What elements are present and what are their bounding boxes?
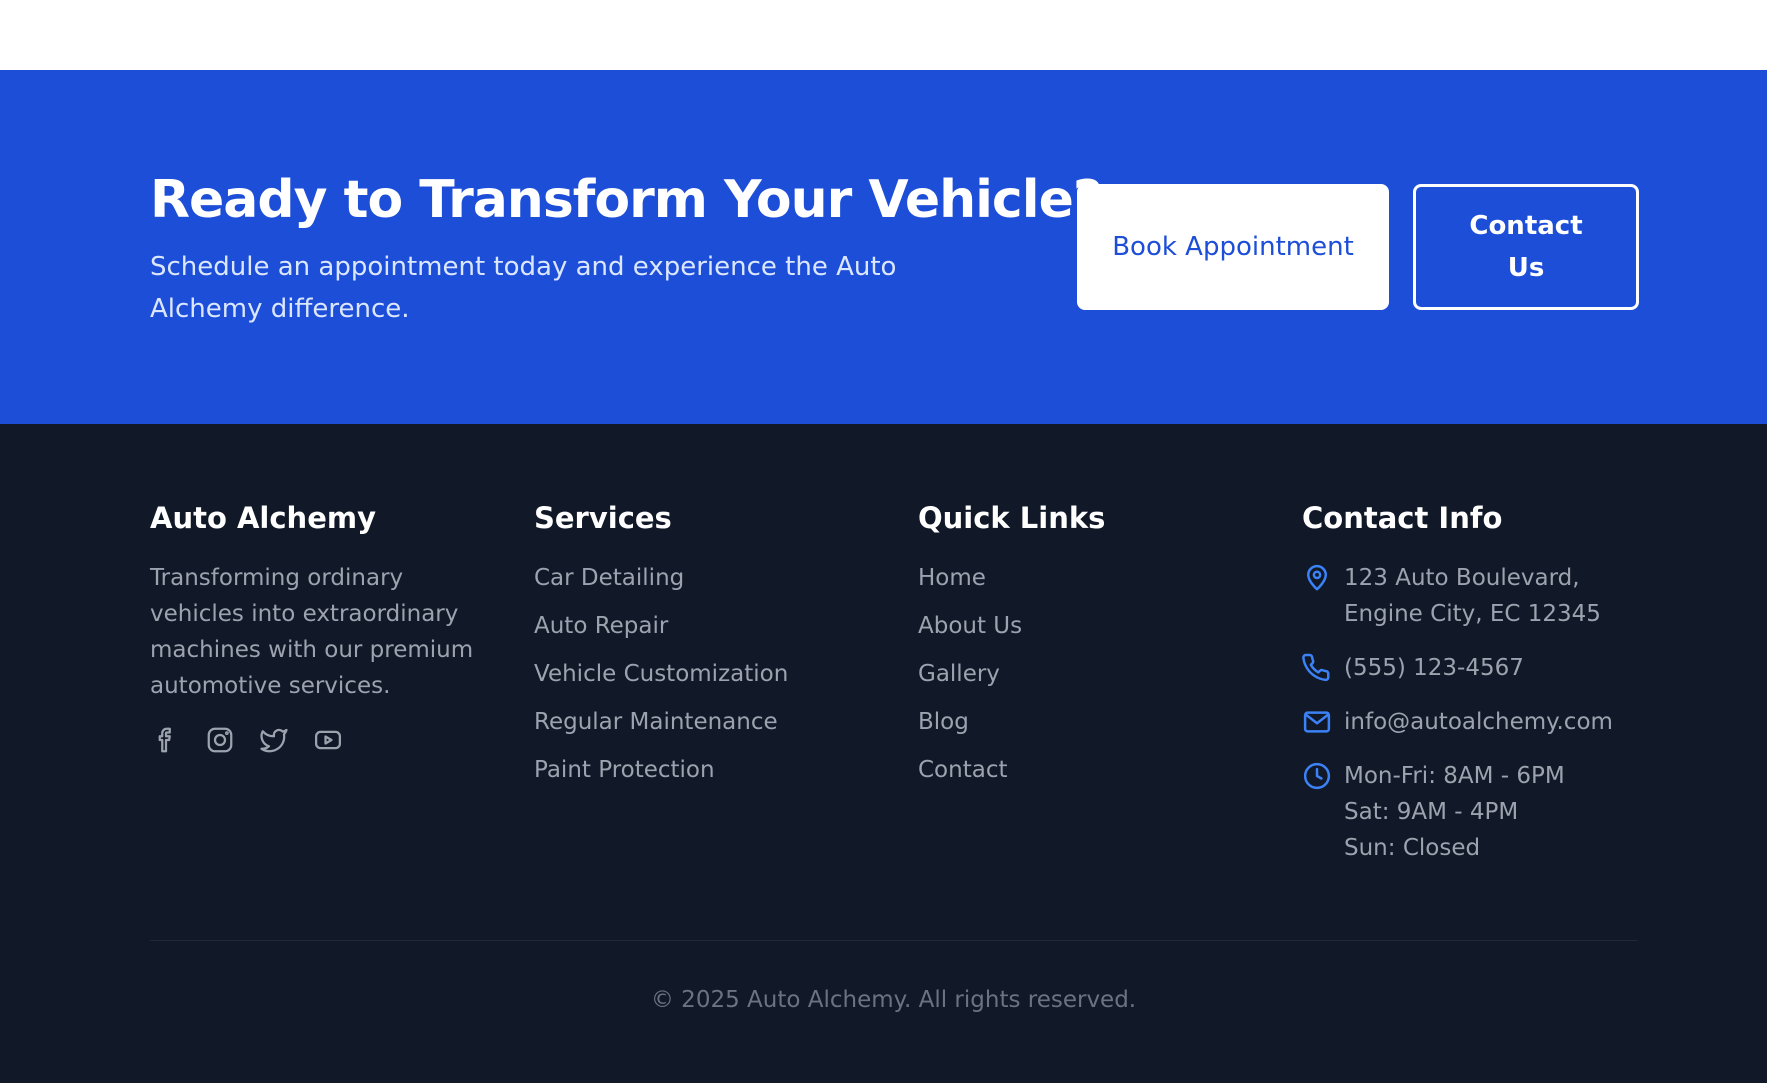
contact-info-list: 123 Auto Boulevard, Engine City, EC 1234…	[1302, 560, 1642, 866]
footer-services-column: Services Car Detailing Auto Repair Vehic…	[534, 498, 874, 800]
footer-brand-title: Auto Alchemy	[150, 501, 376, 535]
facebook-icon[interactable]	[150, 724, 182, 756]
phone-text[interactable]: (555) 123-4567	[1344, 650, 1642, 686]
clock-icon	[1302, 761, 1332, 791]
map-pin-icon	[1302, 563, 1332, 593]
service-link-car-detailing[interactable]: Car Detailing	[534, 560, 874, 596]
book-appointment-button[interactable]: Book Appointment	[1077, 184, 1389, 310]
service-link-regular-maintenance[interactable]: Regular Maintenance	[534, 704, 874, 740]
hours-saturday: Sat: 9AM - 4PM	[1344, 799, 1519, 825]
contact-email: info@autoalchemy.com	[1302, 704, 1642, 740]
footer-brand-column: Auto Alchemy Transforming ordinary vehic…	[150, 498, 490, 756]
quick-link-gallery[interactable]: Gallery	[918, 656, 1258, 692]
footer-quick-links-title: Quick Links	[918, 501, 1106, 535]
quick-link-blog[interactable]: Blog	[918, 704, 1258, 740]
service-link-auto-repair[interactable]: Auto Repair	[534, 608, 874, 644]
footer-contact-title: Contact Info	[1302, 501, 1503, 535]
cta-subtitle: Schedule an appointment today and experi…	[150, 252, 897, 324]
instagram-icon[interactable]	[204, 724, 236, 756]
service-link-paint-protection[interactable]: Paint Protection	[534, 752, 874, 788]
quick-link-about-us[interactable]: About Us	[918, 608, 1258, 644]
footer-services-title: Services	[534, 501, 672, 535]
hours-text: Mon-Fri: 8AM - 6PM Sat: 9AM - 4PM Sun: C…	[1344, 758, 1642, 866]
quick-link-home[interactable]: Home	[918, 560, 1258, 596]
footer-contact-column: Contact Info 123 Auto Boulevard, Engine …	[1302, 498, 1642, 884]
contact-hours: Mon-Fri: 8AM - 6PM Sat: 9AM - 4PM Sun: C…	[1302, 758, 1642, 866]
top-blank-area	[0, 0, 1767, 70]
address-text: 123 Auto Boulevard, Engine City, EC 1234…	[1344, 565, 1601, 627]
contact-phone: (555) 123-4567	[1302, 650, 1642, 686]
hours-weekday: Mon-Fri: 8AM - 6PM	[1344, 763, 1565, 789]
footer-brand-description: Transforming ordinary vehicles into extr…	[150, 565, 474, 699]
social-links	[150, 724, 490, 756]
site-footer: Auto Alchemy Transforming ordinary vehic…	[0, 424, 1767, 1083]
twitter-icon[interactable]	[258, 724, 290, 756]
quick-link-contact[interactable]: Contact	[918, 752, 1258, 788]
quick-links-list: Home About Us Gallery Blog Contact	[918, 560, 1258, 788]
copyright-text: © 2025 Auto Alchemy. All rights reserved…	[650, 987, 1137, 1013]
hours-sunday: Sun: Closed	[1344, 835, 1481, 861]
footer-quick-links-column: Quick Links Home About Us Gallery Blog C…	[918, 498, 1258, 800]
cta-banner: Ready to Transform Your Vehicle? Schedul…	[0, 70, 1767, 424]
service-link-vehicle-customization[interactable]: Vehicle Customization	[534, 656, 874, 692]
footer-divider	[150, 940, 1638, 941]
phone-icon	[1302, 653, 1332, 683]
services-list: Car Detailing Auto Repair Vehicle Custom…	[534, 560, 874, 788]
mail-icon	[1302, 707, 1332, 737]
cta-title: Ready to Transform Your Vehicle?	[150, 170, 1103, 230]
email-text[interactable]: info@autoalchemy.com	[1344, 704, 1642, 740]
contact-us-button[interactable]: Contact Us	[1413, 184, 1639, 310]
contact-address: 123 Auto Boulevard, Engine City, EC 1234…	[1302, 560, 1642, 632]
youtube-icon[interactable]	[312, 724, 344, 756]
